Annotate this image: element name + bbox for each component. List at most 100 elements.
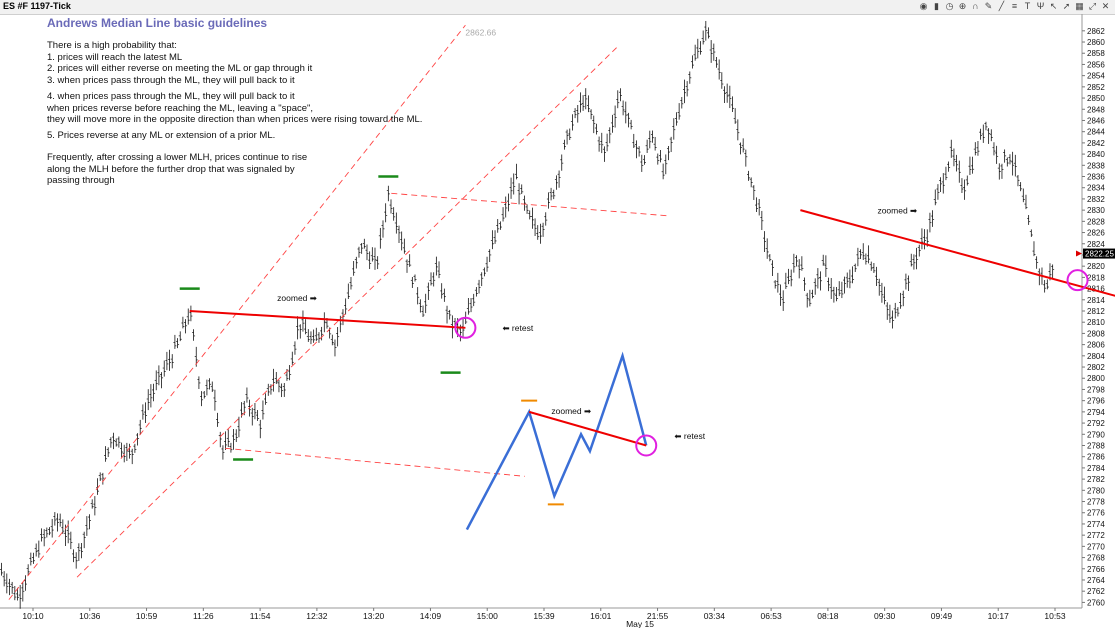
y-tick-label: 2840 <box>1087 150 1105 159</box>
y-tick-label: 2772 <box>1087 531 1105 540</box>
y-tick-label: 2784 <box>1087 464 1105 473</box>
y-tick-label: 2812 <box>1087 307 1105 316</box>
zoom-icon[interactable]: ⊕ <box>957 1 968 12</box>
median-line-2 <box>800 209 1115 297</box>
chart-annotation: 2862.66 <box>465 27 496 37</box>
pencil-icon[interactable]: ✎ <box>983 1 994 12</box>
handle-lower-line <box>225 447 525 477</box>
median-line-1 <box>189 310 466 329</box>
y-tick-label: 2806 <box>1087 341 1105 350</box>
last-price-arrow <box>1076 250 1082 257</box>
y-tick-label: 2766 <box>1087 565 1105 574</box>
x-tick-label: 15:00 <box>477 611 499 621</box>
text-tool-icon[interactable]: T <box>1022 1 1033 12</box>
x-tick-label: 11:54 <box>250 611 271 621</box>
y-tick-label: 2810 <box>1087 318 1105 327</box>
chart-toolbar: ◉ ▮ ◷ ⊕ ∩ ✎ ╱ ≡ T Ψ ↖ ➚ ▦ ⤢ ✕ <box>918 1 1111 12</box>
x-tick-label: 09:49 <box>931 611 953 621</box>
y-tick-label: 2850 <box>1087 94 1105 103</box>
clock-icon[interactable]: ◷ <box>944 1 955 12</box>
y-tick-label: 2796 <box>1087 397 1105 406</box>
y-tick-label: 2770 <box>1087 542 1105 551</box>
x-tick-label: 08:18 <box>817 611 839 621</box>
y-tick-label: 2860 <box>1087 38 1105 47</box>
cursor-icon[interactable]: ↖ <box>1048 1 1059 12</box>
y-tick-label: 2794 <box>1087 408 1105 417</box>
date-label: May 15 <box>626 619 654 628</box>
retest-circle <box>1066 269 1089 292</box>
x-tick-label: 11:26 <box>193 611 214 621</box>
y-tick-label: 2798 <box>1087 385 1105 394</box>
y-tick-label: 2800 <box>1087 374 1105 383</box>
y-tick-label: 2802 <box>1087 363 1105 372</box>
notes-block-4: Frequently, after crossing a lower MLH, … <box>47 152 308 186</box>
y-tick-label: 2844 <box>1087 128 1105 137</box>
arrow-icon[interactable]: ➚ <box>1061 1 1072 12</box>
x-tick-label: 10:59 <box>136 611 158 621</box>
y-tick-label: 2846 <box>1087 116 1105 125</box>
x-tick-label: 10:10 <box>22 611 44 621</box>
y-tick-label: 2768 <box>1087 554 1105 563</box>
fib-icon[interactable]: ≡ <box>1009 1 1020 12</box>
window-titlebar: ES #F 1197-Tick ◉ ▮ ◷ ⊕ ∩ ✎ ╱ ≡ T Ψ ↖ ➚ ▦ ⤢ ✕ <box>0 0 1115 15</box>
y-tick-label: 2818 <box>1087 273 1105 282</box>
y-tick-label: 2764 <box>1087 576 1105 585</box>
chart-annotation: zoomed ➡ <box>277 293 318 303</box>
y-tick-label: 2836 <box>1087 173 1105 182</box>
notes-block-3: 5. Prices reverse at any ML or extension… <box>47 130 276 141</box>
y-tick-label: 2778 <box>1087 498 1105 507</box>
y-tick-label: 2820 <box>1087 262 1105 271</box>
y-tick-label: 2848 <box>1087 105 1105 114</box>
y-tick-label: 2828 <box>1087 217 1105 226</box>
y-tick-label: 2786 <box>1087 453 1105 462</box>
x-tick-label: 03:34 <box>704 611 726 621</box>
y-tick-label: 2830 <box>1087 206 1105 215</box>
x-tick-label: 10:53 <box>1044 611 1066 621</box>
x-tick-label: 14:09 <box>420 611 442 621</box>
chart-annotation: ⬅ retest <box>674 431 705 441</box>
notes-block-2: 4. when prices pass through the ML, they… <box>47 91 423 125</box>
y-tick-label: 2808 <box>1087 329 1105 338</box>
y-tick-label: 2834 <box>1087 184 1105 193</box>
grid-icon[interactable]: ▦ <box>1074 1 1085 12</box>
y-tick-label: 2862 <box>1087 27 1105 36</box>
channel-lower-line <box>76 47 617 578</box>
x-tick-label: 15:39 <box>533 611 555 621</box>
line-tool-icon[interactable]: ╱ <box>996 1 1007 12</box>
y-tick-label: 2856 <box>1087 60 1105 69</box>
y-tick-label: 2842 <box>1087 139 1105 148</box>
x-tick-label: 13:20 <box>363 611 385 621</box>
y-tick-label: 2788 <box>1087 441 1105 450</box>
y-tick-label: 2814 <box>1087 296 1105 305</box>
magnet-icon[interactable]: ∩ <box>970 1 981 12</box>
chart-style-icon[interactable]: ◉ <box>918 1 929 12</box>
expand-icon[interactable]: ⤢ <box>1087 1 1098 12</box>
y-tick-label: 2854 <box>1087 72 1105 81</box>
window-title: ES #F 1197-Tick <box>3 1 71 11</box>
chart-annotation: ⬅ retest <box>502 323 533 333</box>
chart-annotation: zoomed ➡ <box>877 205 918 215</box>
pitchfork-icon[interactable]: Ψ <box>1035 1 1046 12</box>
y-tick-label: 2852 <box>1087 83 1105 92</box>
y-tick-label: 2780 <box>1087 486 1105 495</box>
y-tick-label: 2858 <box>1087 49 1105 58</box>
notes-heading: Andrews Median Line basic guidelines <box>47 16 268 30</box>
y-tick-label: 2774 <box>1087 520 1105 529</box>
close-icon[interactable]: ✕ <box>1100 1 1111 12</box>
x-tick-label: 12:32 <box>306 611 328 621</box>
y-tick-label: 2782 <box>1087 475 1105 484</box>
y-tick-label: 2762 <box>1087 587 1105 596</box>
chart-annotation: zoomed ➡ <box>551 406 592 416</box>
x-tick-label: 09:30 <box>874 611 896 621</box>
notes-block-1: There is a high probability that: 1. pri… <box>47 40 313 86</box>
y-tick-label: 2790 <box>1087 430 1105 439</box>
x-tick-label: 10:17 <box>988 611 1010 621</box>
handle-upper-line <box>391 192 668 217</box>
y-tick-label: 2832 <box>1087 195 1105 204</box>
bar-type-icon[interactable]: ▮ <box>931 1 942 12</box>
y-tick-label: 2804 <box>1087 352 1105 361</box>
y-tick-label: 2760 <box>1087 598 1105 607</box>
x-tick-label: 16:01 <box>590 611 612 621</box>
last-price-label: 2822.25 <box>1085 250 1114 259</box>
x-tick-label: 10:36 <box>79 611 101 621</box>
